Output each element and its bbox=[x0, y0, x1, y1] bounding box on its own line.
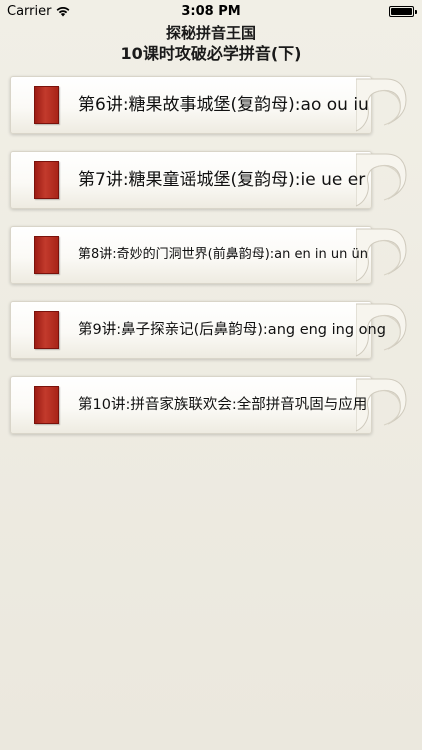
status-bar: Carrier 3:08 PM bbox=[0, 0, 422, 22]
page-subtitle: 10课时攻破必学拼音(下) bbox=[120, 44, 302, 63]
lesson-title: 第6讲:糖果故事城堡(复韵母):ao ou iu bbox=[78, 95, 369, 115]
lesson-item-9[interactable]: 第9讲:鼻子探亲记(后鼻韵母):ang eng ing ong bbox=[10, 301, 412, 359]
red-book-icon bbox=[34, 86, 59, 124]
lesson-title: 第9讲:鼻子探亲记(后鼻韵母):ang eng ing ong bbox=[78, 322, 386, 338]
red-book-icon bbox=[34, 236, 59, 274]
page-title: 探秘拼音王国 bbox=[165, 24, 256, 42]
lesson-item-7[interactable]: 第7讲:糖果童谣城堡(复韵母):ie ue er bbox=[10, 151, 412, 209]
lesson-item-8[interactable]: 第8讲:奇妙的门洞世界(前鼻韵母):an en in un ün bbox=[10, 226, 412, 284]
red-book-icon bbox=[34, 311, 59, 349]
battery-level bbox=[391, 8, 412, 15]
lesson-item-10[interactable]: 第10讲:拼音家族联欢会:全部拼音巩固与应用 bbox=[10, 376, 412, 434]
lesson-title: 第8讲:奇妙的门洞世界(前鼻韵母):an en in un ün bbox=[78, 247, 368, 262]
red-book-icon bbox=[34, 161, 59, 199]
lesson-title: 第7讲:糖果童谣城堡(复韵母):ie ue er bbox=[78, 170, 366, 190]
status-time: 3:08 PM bbox=[181, 4, 241, 19]
app-screen: Carrier 3:08 PM 探秘拼音王国 10课时攻破必学拼音(下) 第6讲… bbox=[0, 0, 422, 750]
lesson-item-6[interactable]: 第6讲:糖果故事城堡(复韵母):ao ou iu bbox=[10, 76, 412, 134]
battery-icon bbox=[389, 6, 417, 17]
lesson-title: 第10讲:拼音家族联欢会:全部拼音巩固与应用 bbox=[78, 397, 368, 413]
nav-header: 探秘拼音王国 10课时攻破必学拼音(下) bbox=[0, 20, 422, 66]
red-book-icon bbox=[34, 386, 59, 424]
